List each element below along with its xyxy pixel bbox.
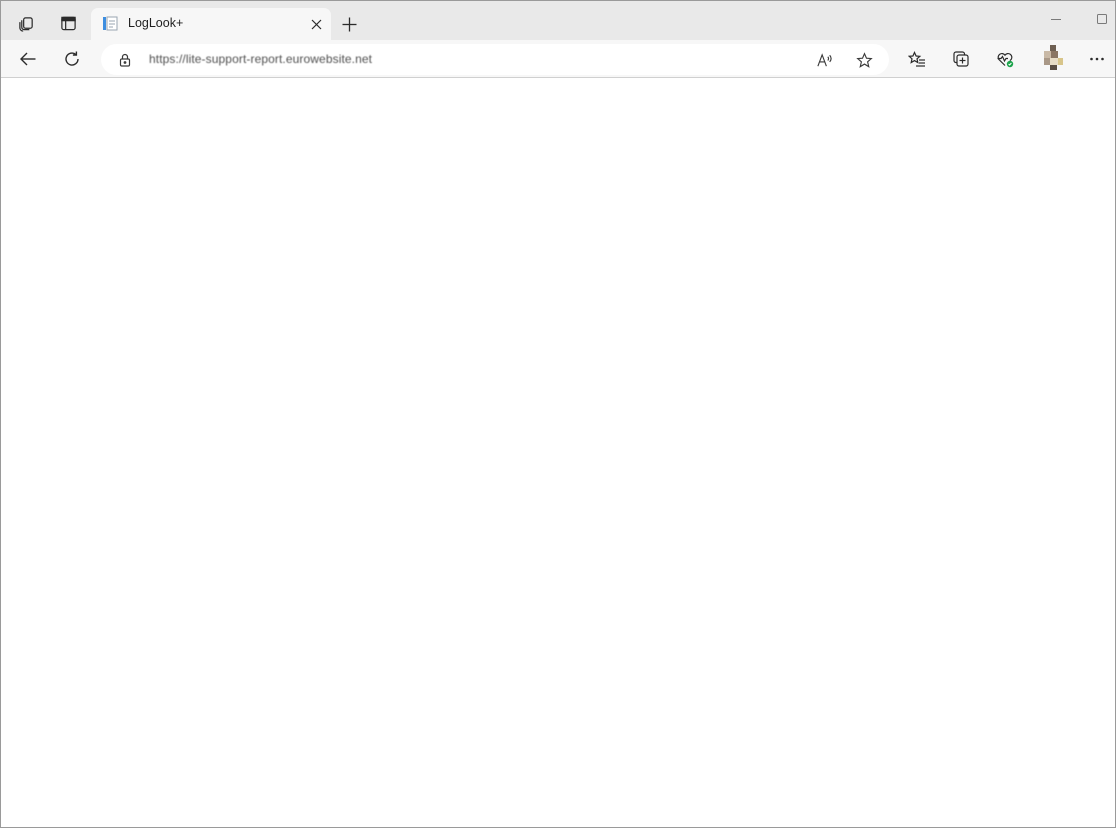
tab-actions-button[interactable] <box>53 8 83 38</box>
browser-window: LogLook+ https://lite-support-report.eur… <box>0 0 1116 828</box>
favorites-button[interactable] <box>902 44 932 74</box>
tab-title: LogLook+ <box>128 16 184 30</box>
favicon-icon <box>103 16 118 31</box>
new-tab-button[interactable] <box>335 10 363 38</box>
read-aloud-button[interactable] <box>813 49 835 71</box>
star-icon <box>855 51 873 68</box>
more-button[interactable] <box>1082 44 1112 74</box>
address-bar[interactable]: https://lite-support-report.eurowebsite.… <box>101 44 889 75</box>
minimize-icon <box>1051 19 1061 20</box>
read-aloud-icon <box>816 52 832 66</box>
url-text[interactable]: https://lite-support-report.eurowebsite.… <box>149 52 372 66</box>
heart-pulse-icon <box>997 53 1014 68</box>
tab-strip: LogLook+ <box>1 1 1115 40</box>
tab-actions-icon <box>60 16 76 30</box>
minimize-button[interactable] <box>1044 7 1068 31</box>
back-button[interactable] <box>13 44 43 74</box>
back-arrow-icon <box>20 52 36 66</box>
lock-icon[interactable] <box>117 52 133 68</box>
more-icon <box>1090 57 1104 61</box>
close-icon <box>311 19 321 29</box>
profile-avatar[interactable] <box>1041 45 1065 71</box>
favorites-icon <box>908 51 925 67</box>
collections-icon <box>953 51 969 67</box>
plus-icon <box>342 17 356 31</box>
refresh-icon <box>65 51 79 66</box>
add-favorite-button[interactable] <box>853 49 875 71</box>
workspaces-button[interactable] <box>11 8 41 38</box>
tab-close-button[interactable] <box>308 16 324 32</box>
page-content <box>1 79 1115 827</box>
tab-active[interactable]: LogLook+ <box>91 8 331 40</box>
refresh-button[interactable] <box>57 44 87 74</box>
toolbar: https://lite-support-report.eurowebsite.… <box>1 40 1115 78</box>
browser-essentials-button[interactable] <box>990 44 1020 74</box>
maximize-icon <box>1097 14 1107 24</box>
collections-button[interactable] <box>946 44 976 74</box>
maximize-button[interactable] <box>1090 7 1114 31</box>
workspaces-icon <box>18 16 33 32</box>
